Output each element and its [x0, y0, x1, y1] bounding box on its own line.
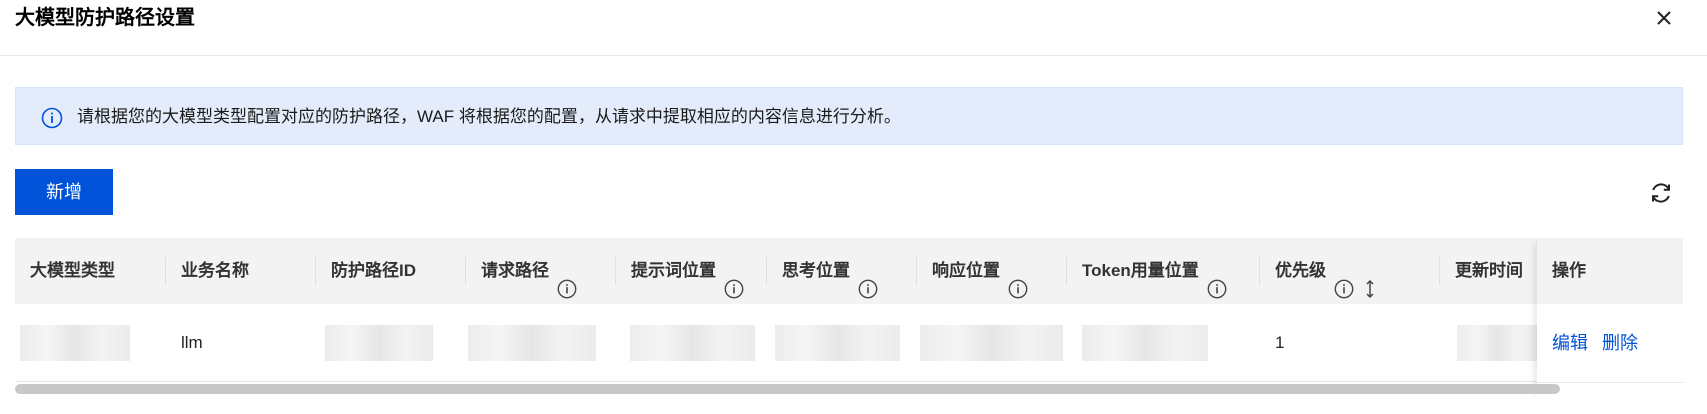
row-actions: 编辑 删除	[1552, 304, 1652, 382]
col-path-id: 防护路径ID	[316, 238, 466, 304]
add-button[interactable]: 新增	[15, 169, 113, 215]
redacted-token-position	[1082, 325, 1208, 361]
sort-icon[interactable]	[1364, 261, 1376, 299]
col-thinking-position: 思考位置	[767, 238, 917, 304]
cell-priority: 1	[1275, 333, 1285, 352]
col-response-position: 响应位置	[917, 238, 1067, 304]
info-icon	[41, 107, 63, 129]
refresh-icon[interactable]	[1648, 180, 1674, 206]
edit-link[interactable]: 编辑	[1552, 333, 1588, 353]
info-icon[interactable]	[1008, 261, 1028, 299]
redacted-path-id	[325, 325, 433, 361]
horizontal-scrollbar[interactable]	[15, 384, 1560, 394]
info-icon[interactable]	[724, 261, 744, 299]
redacted-update-time	[1457, 325, 1537, 361]
dialog-header: 大模型防护路径设置	[0, 0, 1707, 56]
close-icon[interactable]	[1652, 6, 1676, 30]
redacted-thinking-position	[775, 325, 900, 361]
col-prompt-position: 提示词位置	[616, 238, 767, 304]
redacted-model-type	[20, 325, 130, 361]
cell-business-name: llm	[181, 333, 203, 352]
col-actions: 操作	[1537, 238, 1683, 304]
col-model-type: 大模型类型	[15, 238, 166, 304]
col-request-path: 请求路径	[466, 238, 616, 304]
actions-column: 操作 编辑 删除	[1537, 238, 1683, 398]
col-token-position: Token用量位置	[1067, 238, 1260, 304]
info-icon[interactable]	[858, 261, 878, 299]
redacted-prompt-position	[630, 325, 755, 361]
info-notice: 请根据您的大模型类型配置对应的防护路径，WAF 将根据您的配置，从请求中提取相应…	[15, 87, 1683, 145]
table-header: 大模型类型 业务名称 防护路径ID 请求路径 提示词位置 思考位置 响应位置 T…	[15, 238, 1683, 304]
delete-link[interactable]: 删除	[1602, 333, 1638, 353]
redacted-request-path	[468, 325, 596, 361]
path-table: 大模型类型 业务名称 防护路径ID 请求路径 提示词位置 思考位置 响应位置 T…	[15, 238, 1683, 398]
redacted-response-position	[920, 325, 1063, 361]
col-priority[interactable]: 优先级	[1260, 238, 1440, 304]
dialog-title: 大模型防护路径设置	[15, 7, 195, 29]
info-icon[interactable]	[1207, 261, 1227, 299]
col-business-name: 业务名称	[166, 238, 316, 304]
info-icon[interactable]	[557, 261, 577, 299]
notice-text: 请根据您的大模型类型配置对应的防护路径，WAF 将根据您的配置，从请求中提取相应…	[77, 107, 901, 126]
table-row: llm 1	[15, 304, 1683, 382]
info-icon[interactable]	[1334, 261, 1354, 299]
